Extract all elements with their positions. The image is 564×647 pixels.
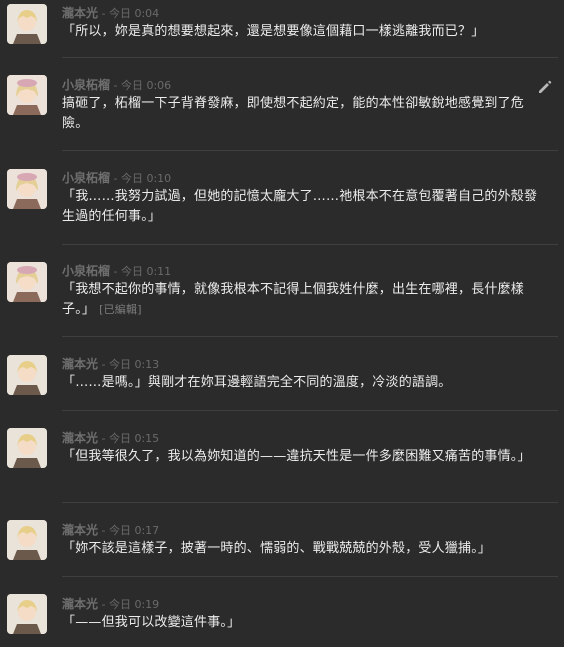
message-divider [62, 336, 558, 337]
timestamp: 今日 0:19 [108, 598, 160, 611]
message-divider [62, 502, 558, 503]
message-header: 小泉柘榴 - 今日 0:10 [62, 171, 171, 186]
avatar[interactable] [7, 520, 47, 560]
timestamp: 今日 0:06 [120, 79, 172, 92]
author-name[interactable]: 小泉柘榴 [62, 171, 110, 185]
meta-separator: - [98, 432, 109, 445]
author-name[interactable]: 小泉柘榴 [62, 78, 110, 92]
avatar[interactable] [7, 169, 47, 209]
message-divider [62, 57, 558, 58]
avatar[interactable] [7, 75, 47, 115]
message-text: 「但我等很久了，我以為妳知道的——違抗天性是一件多麼困難又痛苦的事情。」 [62, 447, 550, 467]
author-name[interactable]: 瀧本光 [62, 357, 98, 371]
message-text: 搞砸了，柘榴一下子背脊發麻，即使想不起約定，能的本性卻敏銳地感覺到了危險。 [62, 94, 550, 134]
author-name[interactable]: 瀧本光 [62, 431, 98, 445]
timestamp: 今日 0:10 [120, 172, 172, 185]
message-divider [62, 576, 558, 577]
avatar[interactable] [7, 355, 47, 395]
message-header: 瀧本光 - 今日 0:04 [62, 6, 159, 21]
message-divider [62, 410, 558, 411]
message-body: 「妳不該是這樣子，披著一時的、懦弱的、戰戰兢兢的外殼，受人獵捕。」 [62, 541, 492, 556]
avatar[interactable] [7, 4, 47, 44]
message-text: 「我……我努力試過，但她的記憶太龐大了……祂根本不在意包覆著自己的外殼發生過的任… [62, 187, 550, 227]
avatar[interactable] [7, 428, 47, 468]
timestamp: 今日 0:13 [108, 358, 160, 371]
timestamp: 今日 0:04 [108, 7, 160, 20]
message-text: 「所以，妳是真的想要想起來，還是想要像這個藉口一樣逃離我而已？」 [62, 22, 550, 42]
message-text: 「……是嗎。」與剛才在妳耳邊輕語完全不同的溫度，冷淡的語調。 [62, 373, 550, 393]
message-text: 「我想不起你的事情，就像我根本不記得上個我姓什麼，出生在哪裡，長什麼樣子。」 [已… [62, 280, 550, 320]
message-header: 瀧本光 - 今日 0:19 [62, 597, 159, 612]
avatar[interactable] [7, 262, 47, 302]
pencil-icon[interactable] [536, 78, 554, 96]
message-header: 小泉柘榴 - 今日 0:06 [62, 78, 171, 93]
message-body: 「——但我可以改變這件事。」 [62, 615, 241, 630]
message-header: 瀧本光 - 今日 0:17 [62, 523, 159, 538]
timestamp: 今日 0:11 [120, 265, 172, 278]
message-text: 「妳不該是這樣子，披著一時的、懦弱的、戰戰兢兢的外殼，受人獵捕。」 [62, 539, 550, 559]
meta-separator: - [98, 524, 109, 537]
author-name[interactable]: 瀧本光 [62, 6, 98, 20]
edited-tag: [已編輯] [99, 303, 142, 316]
message-body: 「……是嗎。」與剛才在妳耳邊輕語完全不同的溫度，冷淡的語調。 [62, 375, 452, 390]
timestamp: 今日 0:17 [108, 524, 160, 537]
avatar[interactable] [7, 594, 47, 634]
meta-separator: - [98, 598, 109, 611]
message-text: 「——但我可以改變這件事。」 [62, 613, 550, 633]
author-name[interactable]: 小泉柘榴 [62, 264, 110, 278]
message-header: 瀧本光 - 今日 0:13 [62, 357, 159, 372]
chat-log: 瀧本光 - 今日 0:04 「所以，妳是真的想要想起來，還是想要像這個藉口一樣逃… [0, 0, 564, 647]
meta-separator: - [110, 172, 121, 185]
message-body: 「我……我努力試過，但她的記憶太龐大了……祂根本不在意包覆著自己的外殼發生過的任… [62, 189, 538, 224]
message-body: 「所以，妳是真的想要想起來，還是想要像這個藉口一樣逃離我而已？」 [62, 24, 485, 39]
meta-separator: - [98, 358, 109, 371]
timestamp: 今日 0:15 [108, 432, 160, 445]
message-divider [62, 244, 558, 245]
message-header: 小泉柘榴 - 今日 0:11 [62, 264, 171, 279]
message-header: 瀧本光 - 今日 0:15 [62, 431, 159, 446]
meta-separator: - [110, 265, 121, 278]
meta-separator: - [110, 79, 121, 92]
author-name[interactable]: 瀧本光 [62, 597, 98, 611]
message-body: 搞砸了，柘榴一下子背脊發麻，即使想不起約定，能的本性卻敏銳地感覺到了危險。 [62, 96, 525, 131]
message-divider [62, 150, 558, 151]
meta-separator: - [98, 7, 109, 20]
message-body: 「但我等很久了，我以為妳知道的——違抗天性是一件多麼困難又痛苦的事情。」 [62, 449, 531, 464]
author-name[interactable]: 瀧本光 [62, 523, 98, 537]
